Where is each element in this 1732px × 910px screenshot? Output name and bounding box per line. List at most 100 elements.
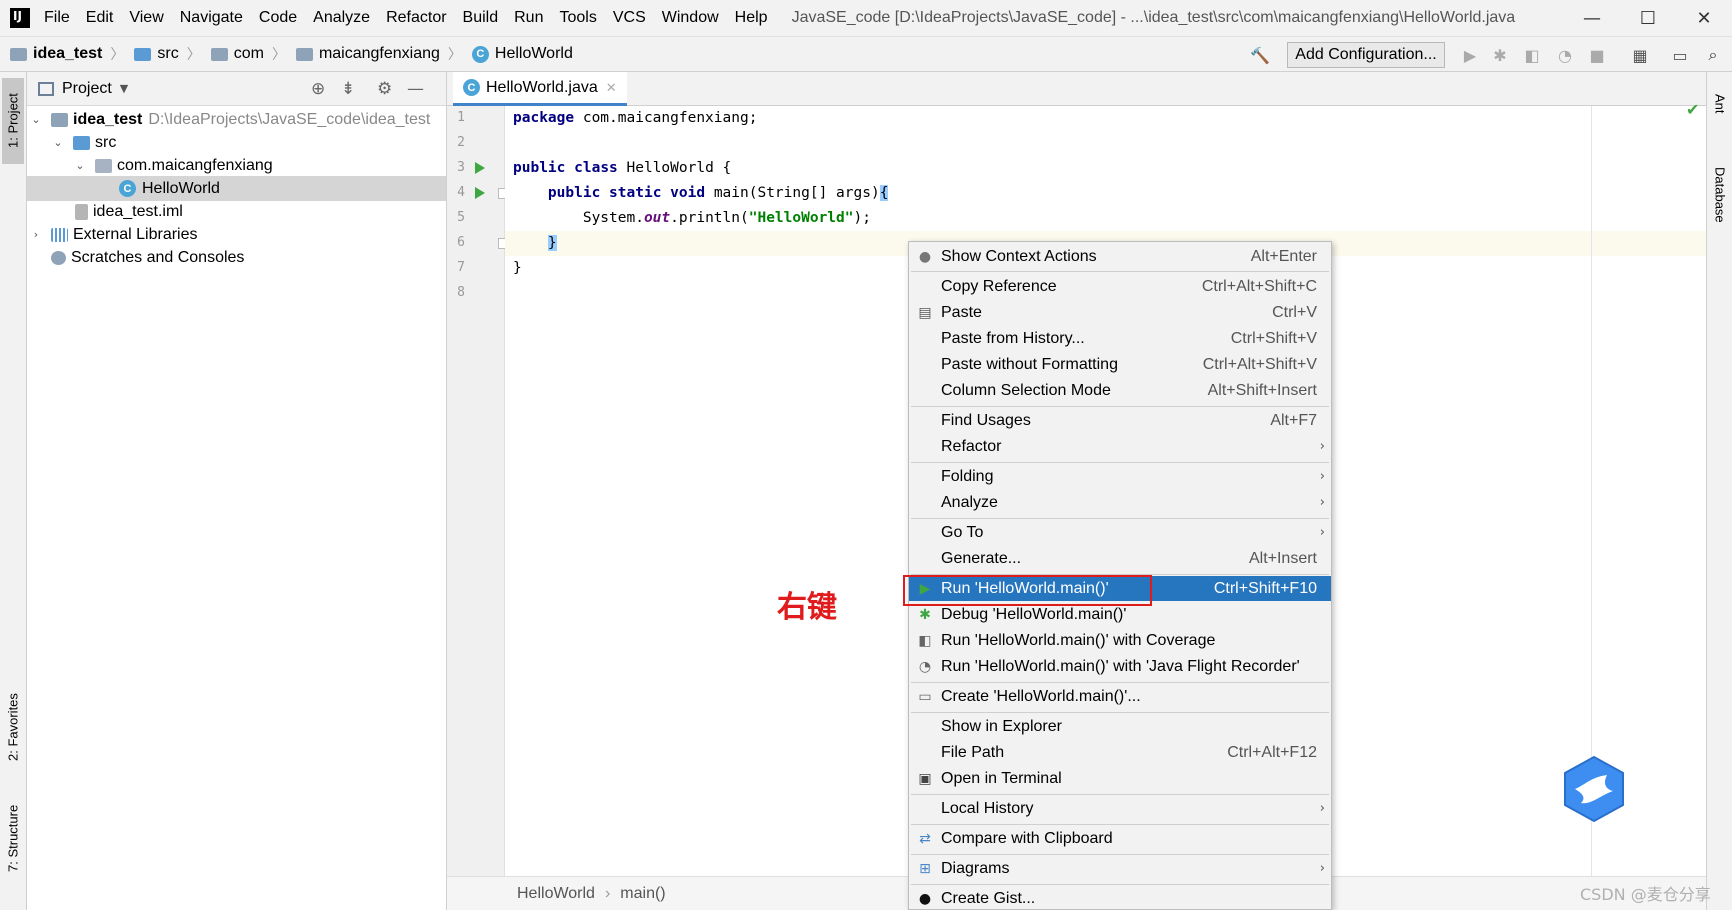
breadcrumb-class[interactable]: HelloWorld [517, 885, 595, 903]
chevron-down-icon[interactable]: ⌄ [51, 136, 65, 149]
chevron-down-icon[interactable]: ▼ [120, 82, 128, 95]
right-tool-stripe: Ant Database [1706, 72, 1732, 910]
package-folder-icon [210, 47, 228, 61]
line-number: 1 [457, 110, 465, 125]
crumb-maicangfenxiang[interactable]: maicangfenxiang 〉 [295, 44, 462, 64]
code-line-4: public static void main(String[] args){ [547, 185, 889, 201]
tab-database[interactable]: Database [1709, 150, 1731, 240]
menu-item-analyze[interactable]: Analyze › [909, 490, 1331, 515]
inspection-ok-icon[interactable]: ✔ [1686, 100, 1699, 119]
tree-item-external-libraries[interactable]: › External Libraries [27, 222, 446, 247]
menu-item-create-configuration[interactable]: ▭ Create 'HelloWorld.main()'... [909, 684, 1331, 709]
minimize-icon[interactable]: — [1564, 0, 1620, 36]
menu-item-paste-from-history[interactable]: Paste from History... Ctrl+Shift+V [909, 326, 1331, 351]
menu-tools[interactable]: Tools [559, 9, 596, 27]
menu-item-show-in-explorer[interactable]: Show in Explorer [909, 714, 1331, 739]
add-configuration-button[interactable]: Add Configuration... [1287, 42, 1445, 68]
floating-assistant-bird-icon[interactable] [1561, 755, 1627, 823]
tree-item-label: HelloWorld [142, 179, 220, 197]
coverage-icon[interactable]: ◧ [1522, 45, 1542, 65]
hide-panel-icon[interactable]: — [407, 79, 424, 99]
close-tab-icon[interactable]: ✕ [606, 80, 617, 96]
collapse-all-icon[interactable]: ⇟ [341, 79, 355, 99]
line-number: 8 [457, 285, 465, 300]
run-icon[interactable]: ▶ [1460, 45, 1480, 65]
menu-item-open-in-terminal[interactable]: ▣ Open in Terminal [909, 766, 1331, 791]
menu-help[interactable]: Help [735, 9, 768, 27]
menu-item-refactor[interactable]: Refactor › [909, 434, 1331, 459]
build-hammer-icon[interactable]: 🔨 [1250, 45, 1270, 65]
line-number: 7 [457, 260, 465, 275]
menu-navigate[interactable]: Navigate [180, 9, 243, 27]
menu-item-paste-without-formatting[interactable]: Paste without Formatting Ctrl+Alt+Shift+V [909, 352, 1331, 377]
window-title: JavaSE_code [D:\IdeaProjects\JavaSE_code… [791, 9, 1516, 26]
menu-code[interactable]: Code [259, 9, 297, 27]
menu-analyze[interactable]: Analyze [313, 9, 370, 27]
crumb-helloworld[interactable]: C HelloWorld [471, 45, 573, 63]
gear-icon[interactable]: ⚙ [377, 79, 392, 99]
menu-edit[interactable]: Edit [86, 9, 114, 27]
menu-item-generate[interactable]: Generate... Alt+Insert [909, 546, 1331, 571]
chevron-down-icon[interactable]: ⌄ [29, 113, 43, 126]
run-gutter-icon[interactable] [475, 187, 485, 199]
tree-item-src[interactable]: ⌄ src [27, 130, 446, 155]
menu-separator [911, 682, 1329, 683]
chevron-down-icon[interactable]: ⌄ [73, 159, 87, 172]
menu-item-compare-with-clipboard[interactable]: ⇄ Compare with Clipboard [909, 826, 1331, 851]
menu-item-run-with-flight-recorder[interactable]: ◔ Run 'HelloWorld.main()' with 'Java Fli… [909, 654, 1331, 679]
crumb-src[interactable]: src 〉 [134, 44, 201, 64]
menu-item-show-context-actions[interactable]: ● Show Context Actions Alt+Enter [909, 244, 1331, 269]
search-icon[interactable]: ⌕ [1703, 45, 1723, 65]
stop-icon[interactable]: ■ [1587, 45, 1607, 65]
breadcrumb-method[interactable]: main() [620, 885, 665, 903]
menu-separator [911, 712, 1329, 713]
editor-tab-bar: C HelloWorld.java ✕ [447, 72, 1706, 106]
menu-item-run-with-coverage[interactable]: ◧ Run 'HelloWorld.main()' with Coverage [909, 628, 1331, 653]
tab-helloworld-java[interactable]: C HelloWorld.java ✕ [453, 72, 627, 106]
chevron-right-icon[interactable]: › [29, 228, 43, 241]
package-folder-icon [95, 158, 112, 173]
menu-item-go-to[interactable]: Go To › [909, 520, 1331, 545]
tab-favorites[interactable]: 2: Favorites [2, 672, 24, 782]
tab-ant[interactable]: Ant [1709, 76, 1731, 132]
menu-vcs[interactable]: VCS [613, 9, 646, 27]
debug-icon[interactable]: ✱ [1490, 45, 1510, 65]
tab-structure[interactable]: 7: Structure [2, 788, 24, 888]
menu-item-diagrams[interactable]: ⊞ Diagrams › [909, 856, 1331, 881]
tree-item-package[interactable]: ⌄ com.maicangfenxiang [27, 153, 446, 178]
menu-file[interactable]: File [44, 9, 70, 27]
menu-run[interactable]: Run [514, 9, 543, 27]
menu-item-find-usages[interactable]: Find Usages Alt+F7 [909, 408, 1331, 433]
terminal-icon[interactable]: ▭ [1670, 45, 1690, 65]
iml-file-icon [75, 203, 88, 220]
menu-item-copy-reference[interactable]: Copy Reference Ctrl+Alt+Shift+C [909, 274, 1331, 299]
menu-item-file-path[interactable]: File Path Ctrl+Alt+F12 [909, 740, 1331, 765]
menu-build[interactable]: Build [463, 9, 499, 27]
close-icon[interactable]: ✕ [1676, 0, 1732, 36]
tree-item-idea-test[interactable]: ⌄ idea_test D:\IdeaProjects\JavaSE_code\… [27, 107, 446, 132]
maximize-icon[interactable]: ☐ [1620, 0, 1676, 36]
crumb-com[interactable]: com 〉 [210, 44, 286, 64]
tree-item-helloworld[interactable]: C HelloWorld [27, 176, 446, 201]
menu-item-column-selection-mode[interactable]: Column Selection Mode Alt+Shift+Insert [909, 378, 1331, 403]
menu-item-local-history[interactable]: Local History › [909, 796, 1331, 821]
project-panel-title[interactable]: Project [62, 80, 112, 98]
menu-window[interactable]: Window [662, 9, 719, 27]
intellij-logo-icon: IJ [7, 5, 33, 31]
locate-icon[interactable]: ⊕ [311, 79, 325, 99]
menu-refactor[interactable]: Refactor [386, 9, 446, 27]
menu-separator [911, 884, 1329, 885]
crumb-idea-test[interactable]: idea_test 〉 [10, 44, 124, 64]
project-structure-icon[interactable]: ▦ [1630, 45, 1650, 65]
profile-icon[interactable]: ◔ [1555, 45, 1575, 65]
tree-item-iml[interactable]: idea_test.iml [27, 199, 446, 224]
menu-item-create-gist[interactable]: ● Create Gist... [909, 886, 1331, 909]
tree-item-label: src [95, 133, 117, 151]
menu-item-folding[interactable]: Folding › [909, 464, 1331, 489]
tree-item-label: External Libraries [73, 225, 198, 243]
tree-item-scratches[interactable]: Scratches and Consoles [27, 245, 446, 270]
tab-project[interactable]: 1: Project [2, 78, 24, 164]
menu-item-paste[interactable]: ▤ Paste Ctrl+V [909, 300, 1331, 325]
menu-view[interactable]: View [129, 9, 163, 27]
run-gutter-icon[interactable] [475, 162, 485, 174]
